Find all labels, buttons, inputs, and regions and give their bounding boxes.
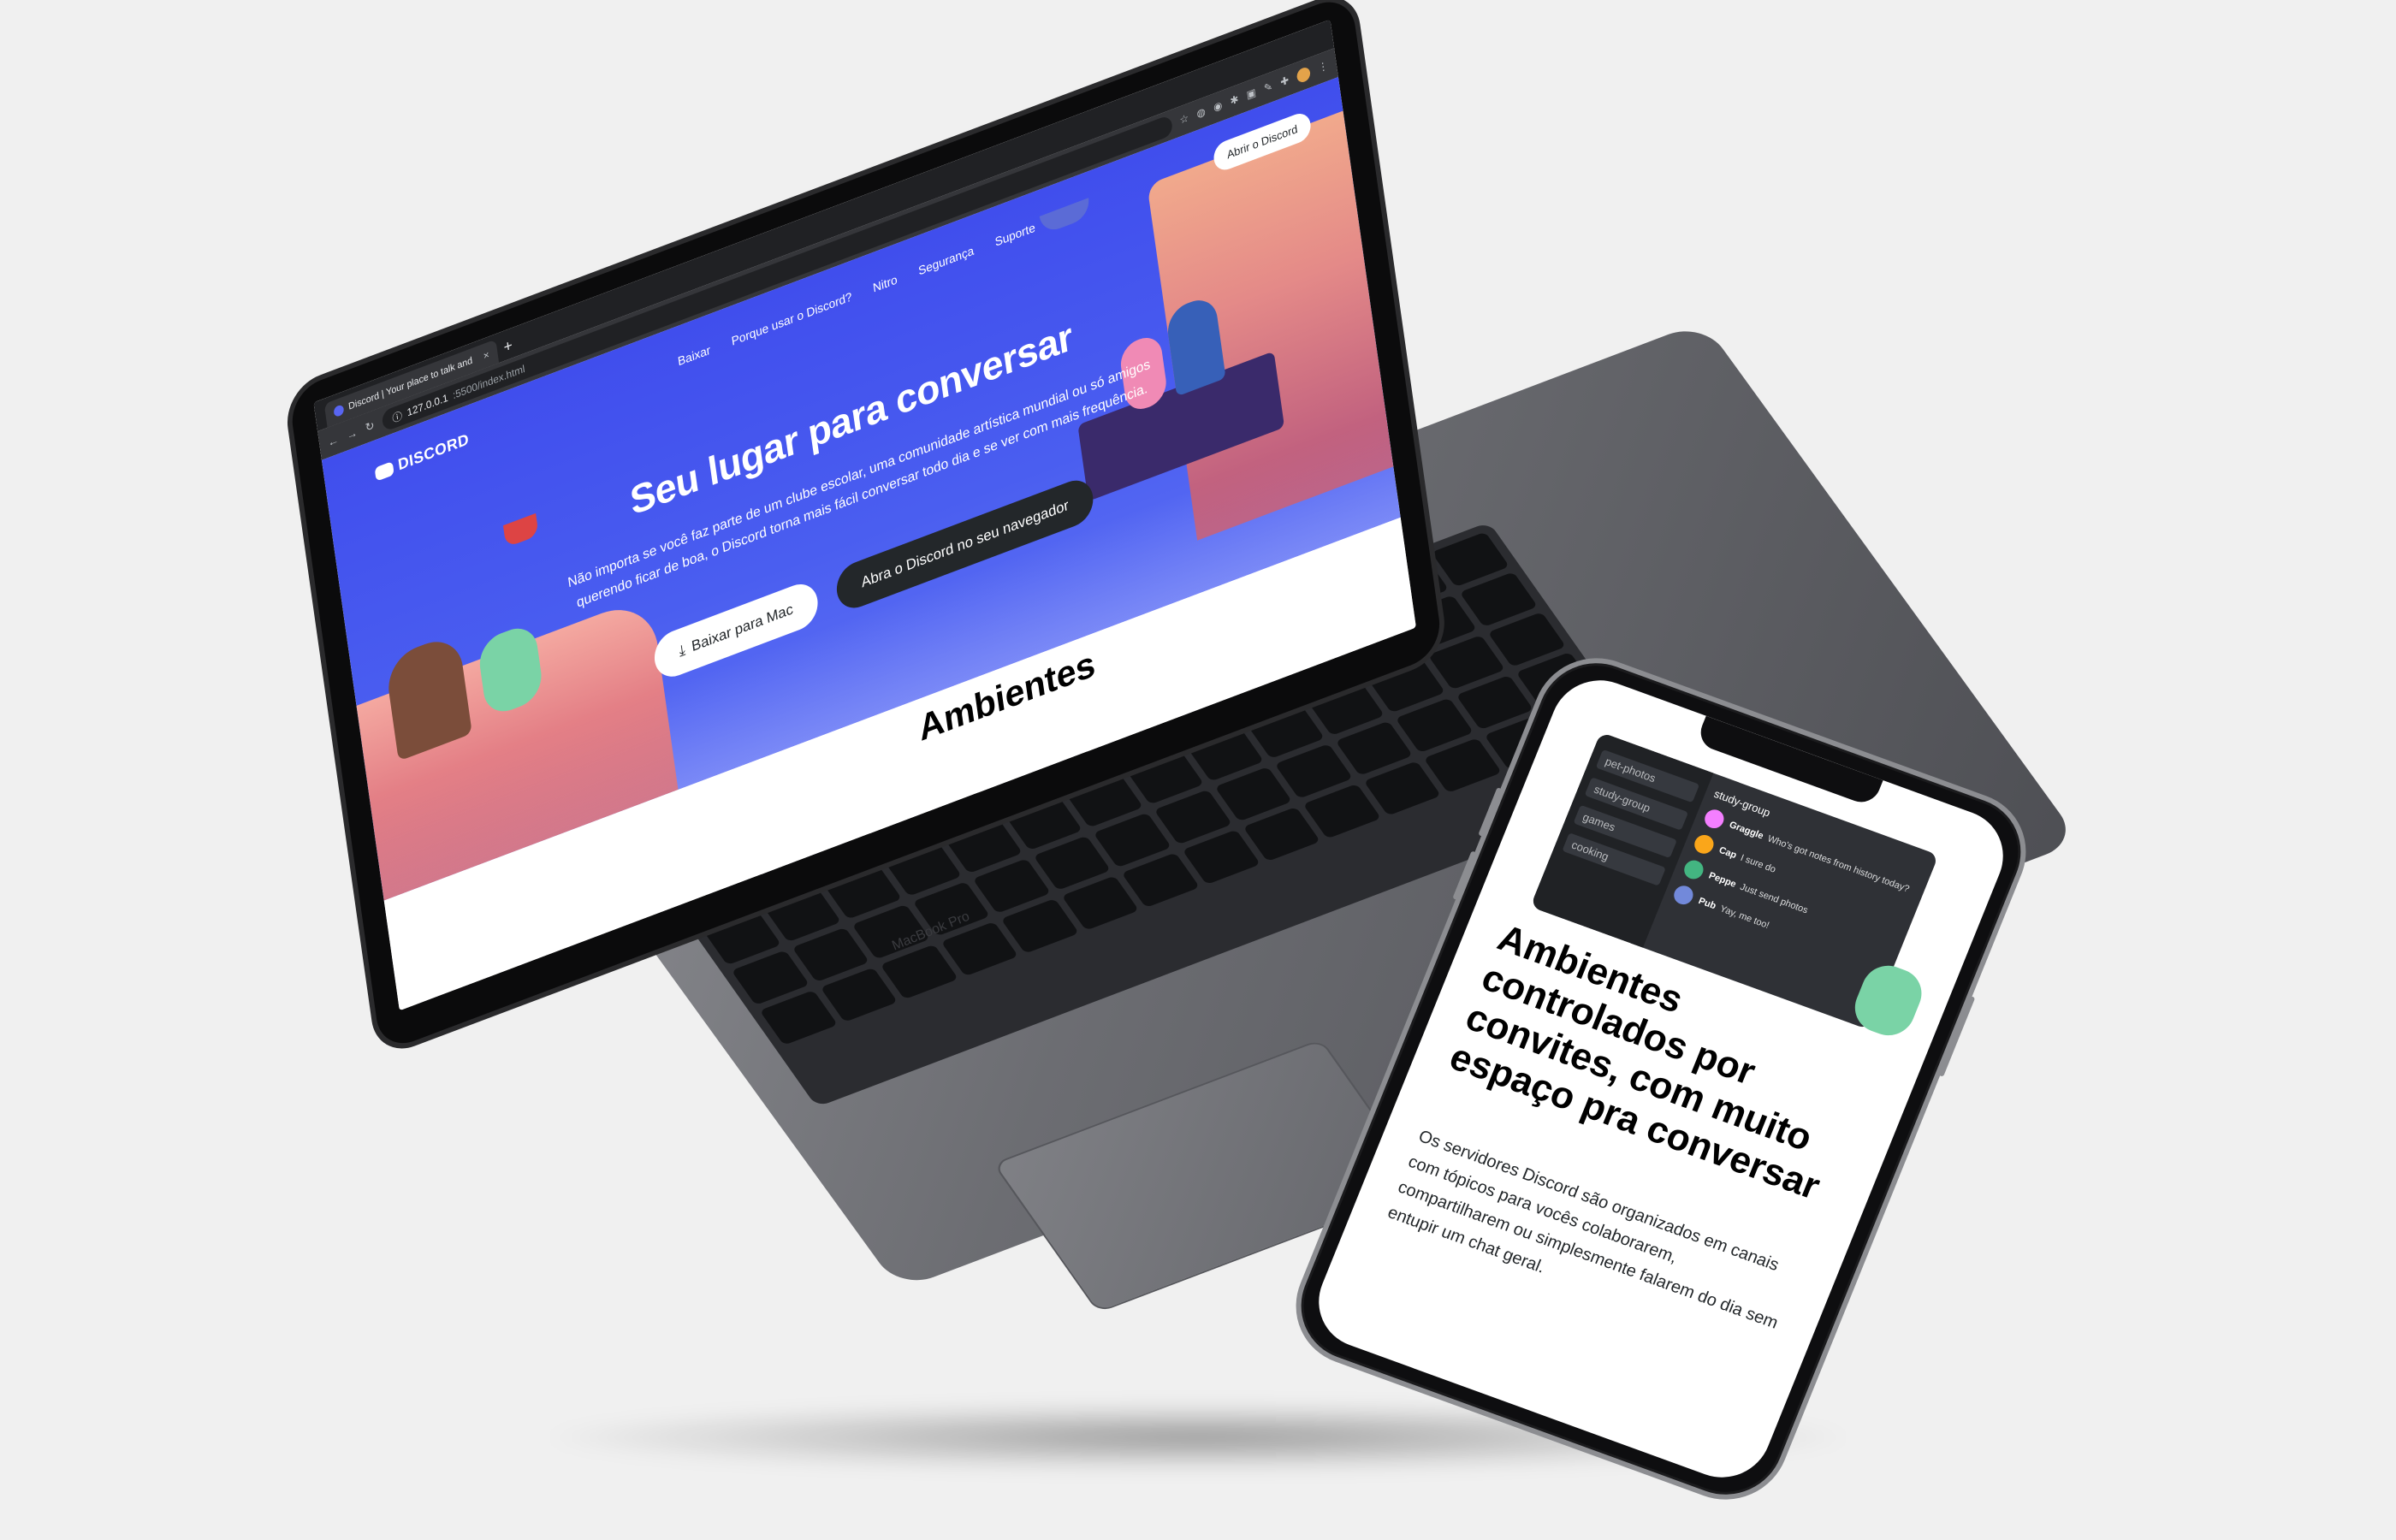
extension-icon[interactable]: ◍ <box>1196 105 1207 122</box>
discord-logo-text: DISCORD <box>396 429 471 474</box>
bookmark-star-icon[interactable]: ☆ <box>1179 111 1190 128</box>
download-mac-button[interactable]: ⤓ Baixar para Mac <box>651 578 821 684</box>
nav-link-seguranca[interactable]: Segurança <box>917 243 975 277</box>
floating-island-illustration <box>1039 198 1092 235</box>
download-icon: ⤓ <box>678 641 687 660</box>
message-text: Yay, me too! <box>1718 903 1771 932</box>
nav-link-porque-usar[interactable]: Porque usar o Discord? <box>731 289 853 348</box>
message-author: Graggle <box>1727 820 1765 842</box>
message-author: Cap <box>1717 844 1739 862</box>
site-info-icon[interactable]: ⓘ <box>391 407 403 425</box>
nav-link-nitro[interactable]: Nitro <box>872 272 898 294</box>
forward-arrow-icon[interactable]: → <box>346 425 359 442</box>
extension-icon[interactable]: ✱ <box>1230 92 1240 109</box>
back-arrow-icon[interactable]: ← <box>327 432 340 449</box>
avatar <box>1681 857 1706 882</box>
browser-window: Discord | Your place to talk and × + ← →… <box>313 19 1416 1011</box>
extension-icon[interactable]: ▣ <box>1246 86 1257 104</box>
avatar <box>1670 883 1696 908</box>
new-tab-button[interactable]: + <box>502 336 513 358</box>
message-author: Pub <box>1697 896 1718 912</box>
laptop-screen-assembly: Discord | Your place to talk and × + ← →… <box>282 0 1450 1065</box>
message-author: Peppe <box>1706 870 1738 890</box>
nav-link-baixar[interactable]: Baixar <box>677 342 711 368</box>
reload-icon[interactable]: ↻ <box>365 418 376 435</box>
download-mac-label: Baixar para Mac <box>691 600 794 655</box>
menu-kebab-icon[interactable]: ⋮ <box>1317 59 1329 76</box>
discord-favicon-icon <box>333 404 345 418</box>
avatar <box>1691 832 1717 856</box>
profile-avatar[interactable] <box>1296 65 1312 85</box>
tab-close-icon[interactable]: × <box>483 348 490 362</box>
discord-logo[interactable]: DISCORD <box>374 430 470 483</box>
puzzle-icon[interactable]: ✚ <box>1279 74 1290 90</box>
extension-icon[interactable]: ✎ <box>1263 80 1273 96</box>
avatar <box>1701 807 1727 832</box>
message-text: I sure do <box>1739 852 1777 875</box>
message-body: CapI sure do <box>1717 845 1777 875</box>
nav-link-suporte[interactable]: Suporte <box>994 220 1036 248</box>
discord-logo-icon <box>374 460 394 482</box>
extension-icon[interactable]: ◉ <box>1213 98 1223 116</box>
